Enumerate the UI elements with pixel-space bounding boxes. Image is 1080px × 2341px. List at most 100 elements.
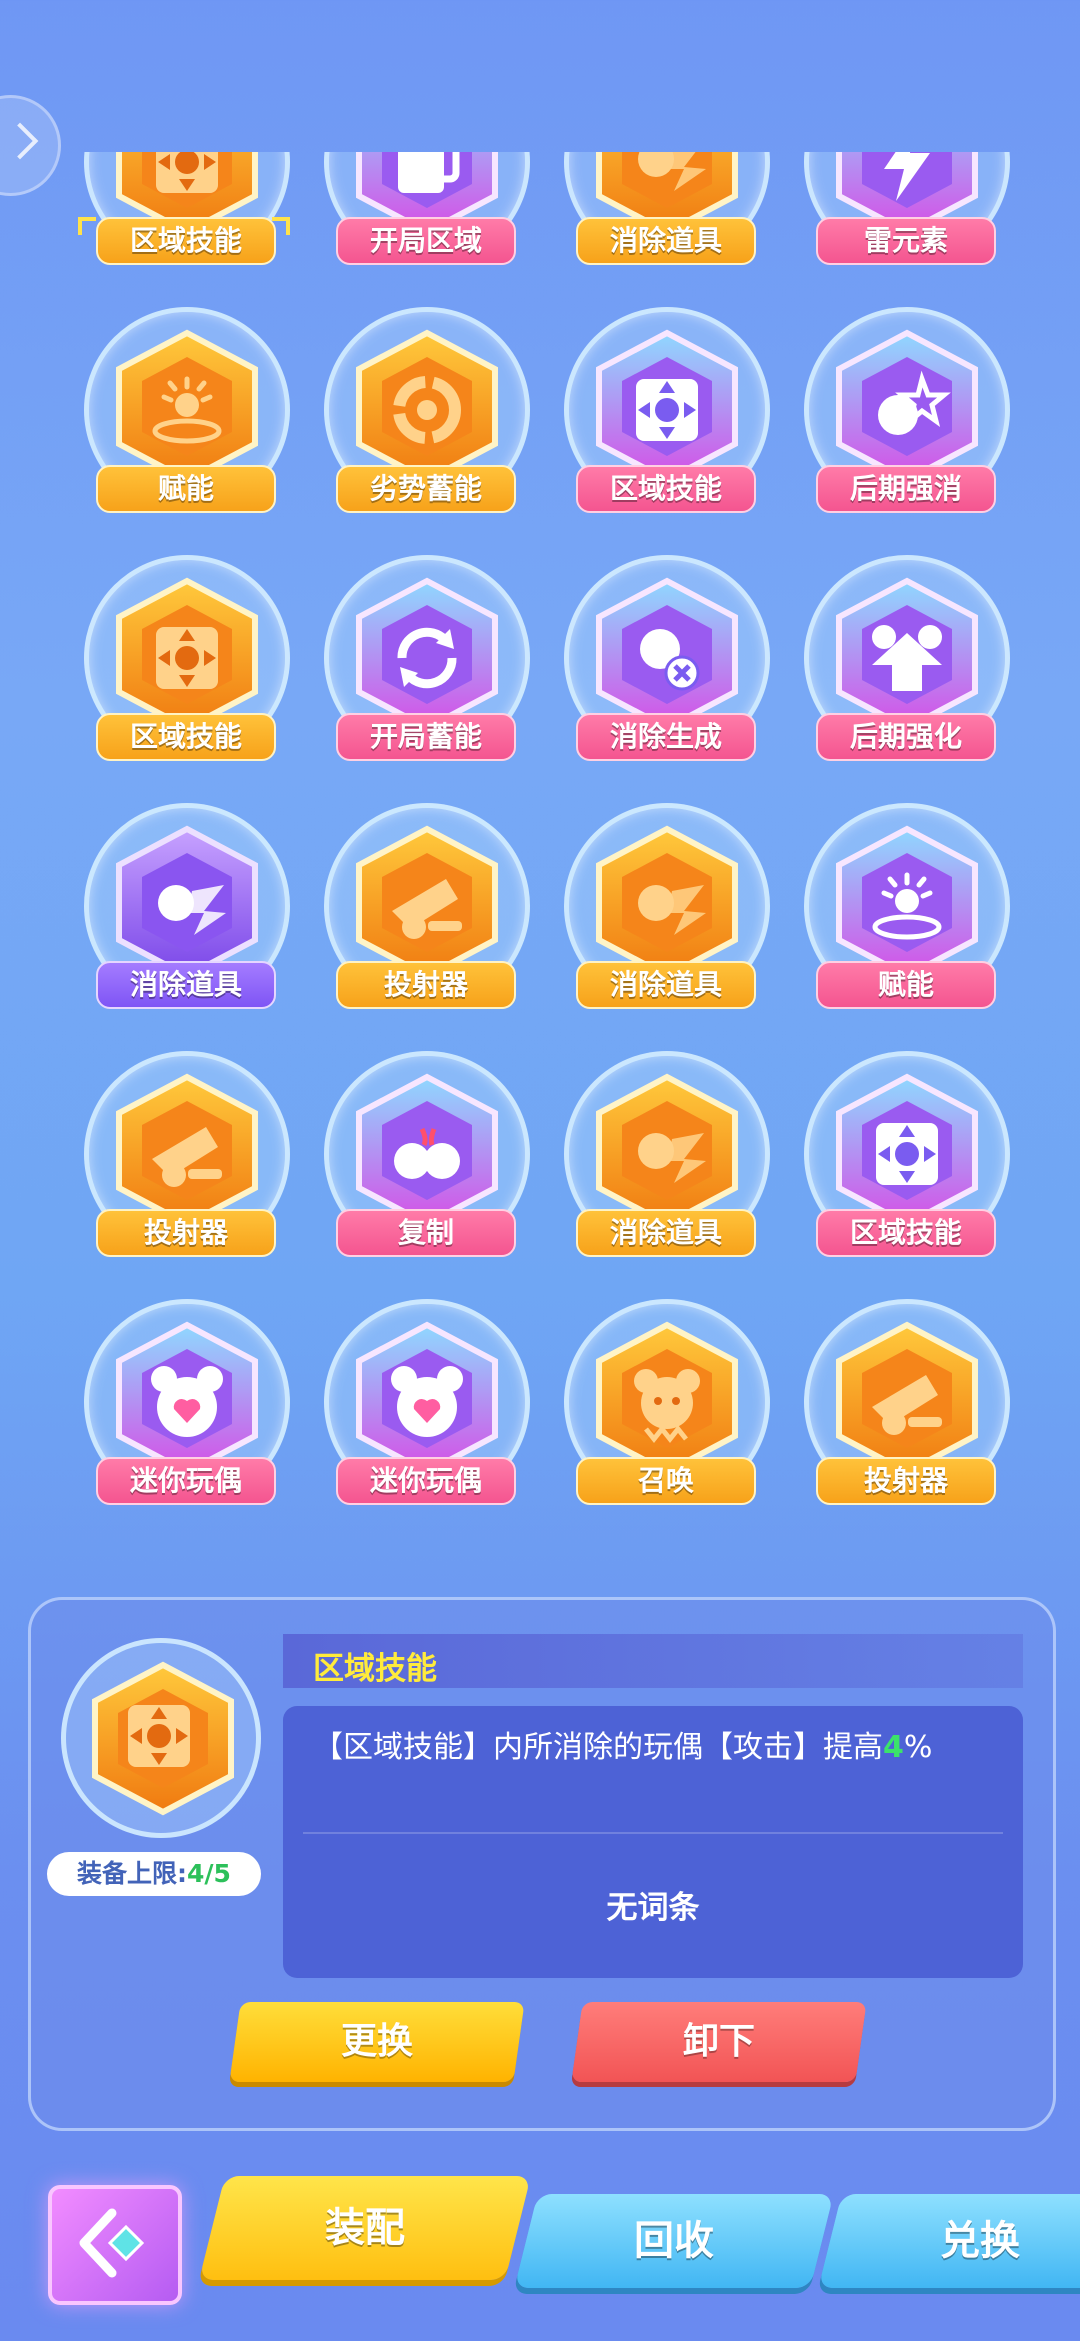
selection-corner — [78, 217, 96, 235]
bear-arrow-icon — [872, 625, 942, 691]
skill-grid[interactable]: 区域技能 开局区域 消除道具 雷元素 赋能 劣势蓄能 区域技能 后期强消 区域技… — [0, 152, 1080, 1550]
target-grid-icon — [156, 627, 218, 689]
skill-title-bar: 区域技能 — [283, 1634, 1023, 1688]
skill-label: 赋能 — [96, 465, 276, 513]
target-grid-icon — [636, 379, 698, 441]
no-entry-text: 无词条 — [606, 1890, 700, 1926]
double-ball-icon — [394, 1127, 460, 1179]
tab-recycle-label: 回收 — [634, 2218, 714, 2264]
skill-item[interactable]: 雷元素 — [804, 152, 1010, 279]
skill-item[interactable]: 赋能 — [804, 803, 1010, 1023]
lightning-icon — [884, 152, 930, 201]
skill-item[interactable]: 投射器 — [804, 1299, 1010, 1519]
cannon-icon — [152, 1127, 222, 1187]
skill-item[interactable]: 迷你玩偶 — [324, 1299, 530, 1519]
skill-label: 雷元素 — [816, 217, 996, 265]
skill-label: 区域技能 — [96, 713, 276, 761]
star-ball-icon — [878, 370, 951, 435]
skill-item[interactable]: 后期强化 — [804, 555, 1010, 775]
target-grid-icon — [876, 1123, 938, 1185]
skill-item[interactable]: 赋能 — [84, 307, 290, 527]
ball-bolt-icon — [158, 885, 226, 935]
skill-description-box: 【区域技能】内所消除的玩偶【攻击】提高4% 无词条 — [283, 1706, 1023, 1978]
skill-label: 消除道具 — [576, 961, 756, 1009]
skill-label: 消除生成 — [576, 713, 756, 761]
bear-heart-icon — [151, 1366, 223, 1437]
skill-detail-panel: 装备上限:4/5 区域技能 【区域技能】内所消除的玩偶【攻击】提高4% 无词条 … — [28, 1597, 1056, 2131]
skill-item[interactable]: 区域技能 — [84, 555, 290, 775]
skill-label: 复制 — [336, 1209, 516, 1257]
bear-icon — [634, 1369, 700, 1444]
skill-item[interactable]: 区域技能 — [78, 152, 290, 279]
skill-item[interactable]: 投射器 — [324, 803, 530, 1023]
cycle-icon — [397, 627, 457, 689]
skill-label: 区域技能 — [816, 1209, 996, 1257]
squares-icon — [398, 152, 460, 193]
divider — [303, 1832, 1003, 1834]
skill-label: 劣势蓄能 — [336, 465, 516, 513]
tab-recycle[interactable]: 回收 — [514, 2194, 834, 2288]
tab-exchange-label: 兑换 — [940, 2218, 1020, 2264]
tab-equip[interactable]: 装配 — [199, 2176, 531, 2280]
skill-label: 开局蓄能 — [336, 713, 516, 761]
target-grid-icon — [156, 152, 218, 193]
skill-label: 消除道具 — [576, 1209, 756, 1257]
tab-exchange[interactable]: 兑换 — [818, 2194, 1080, 2288]
cannon-icon — [872, 1375, 942, 1435]
skill-label: 投射器 — [96, 1209, 276, 1257]
skill-item[interactable]: 区域技能 — [564, 307, 770, 527]
skill-item[interactable]: 消除道具 — [564, 803, 770, 1023]
skill-label: 区域技能 — [96, 217, 276, 265]
skill-label: 召唤 — [576, 1457, 756, 1505]
back-button[interactable] — [48, 2185, 182, 2305]
skill-title: 区域技能 — [313, 1651, 437, 1687]
skill-item[interactable]: 消除生成 — [564, 555, 770, 775]
sun-ring-icon — [152, 376, 222, 444]
change-button-label: 更换 — [340, 2021, 413, 2062]
skill-label: 后期强化 — [816, 713, 996, 761]
skill-label: 投射器 — [816, 1457, 996, 1505]
skill-label: 开局区域 — [336, 217, 516, 265]
skill-label: 迷你玩偶 — [336, 1457, 516, 1505]
skill-item[interactable]: 投射器 — [84, 1051, 290, 1271]
target-grid-icon — [128, 1705, 190, 1767]
bear-heart-icon — [391, 1366, 463, 1437]
skill-label: 消除道具 — [576, 217, 756, 265]
skill-item[interactable]: 消除道具 — [564, 152, 770, 279]
selection-corner — [272, 217, 290, 235]
skill-item[interactable]: 区域技能 — [804, 1051, 1010, 1271]
skill-item[interactable]: 迷你玩偶 — [84, 1299, 290, 1519]
skill-item[interactable]: 召唤 — [564, 1299, 770, 1519]
skill-label: 消除道具 — [96, 961, 276, 1009]
detail-icon-frame — [61, 1638, 261, 1838]
cannon-icon — [392, 879, 462, 939]
skill-item[interactable]: 消除道具 — [564, 1051, 770, 1271]
skill-label: 投射器 — [336, 961, 516, 1009]
ball-cross-icon — [640, 629, 700, 691]
double-chevron-left-icon — [79, 2208, 145, 2278]
skill-label: 后期强消 — [816, 465, 996, 513]
description-value: 4 — [883, 1730, 904, 1765]
remove-button-label: 卸下 — [682, 2021, 755, 2062]
ball-bolt-icon — [638, 152, 706, 191]
ball-bolt-icon — [638, 885, 706, 935]
skill-item[interactable]: 消除道具 — [84, 803, 290, 1023]
remove-button[interactable]: 卸下 — [571, 2002, 867, 2082]
ball-bolt-icon — [638, 1133, 706, 1183]
tab-equip-label: 装配 — [325, 2205, 405, 2251]
equip-limit-badge: 装备上限:4/5 — [47, 1852, 261, 1896]
change-button[interactable]: 更换 — [229, 2002, 525, 2082]
equip-limit-value: 4/5 — [187, 1859, 231, 1888]
description-text: 【区域技能】内所消除的玩偶【攻击】提高 — [313, 1730, 883, 1765]
skill-label: 区域技能 — [576, 465, 756, 513]
skill-item[interactable]: 后期强消 — [804, 307, 1010, 527]
skill-label: 迷你玩偶 — [96, 1457, 276, 1505]
skill-label: 赋能 — [816, 961, 996, 1009]
ring-icon — [393, 376, 461, 444]
skill-item[interactable]: 复制 — [324, 1051, 530, 1271]
skill-item[interactable]: 开局区域 — [324, 152, 530, 279]
description-unit: % — [903, 1730, 933, 1765]
skill-item[interactable]: 开局蓄能 — [324, 555, 530, 775]
equip-limit-label: 装备上限: — [77, 1859, 188, 1888]
skill-item[interactable]: 劣势蓄能 — [324, 307, 530, 527]
